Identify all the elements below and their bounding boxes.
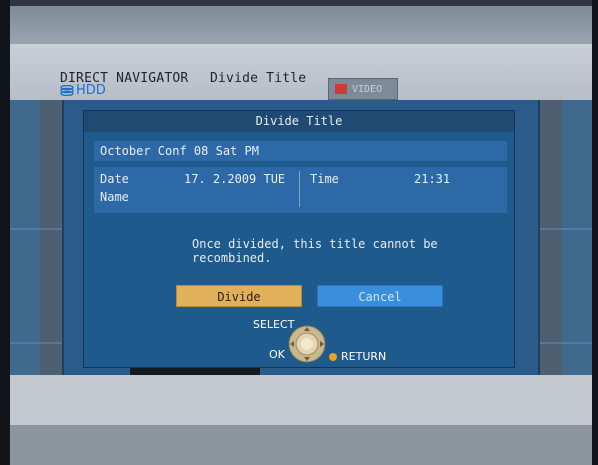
tab-video[interactable]: VIDEO bbox=[328, 78, 398, 100]
thumbnail-shadow bbox=[130, 368, 260, 375]
warning-message: Once divided, this title cannot be recom… bbox=[192, 237, 438, 265]
title-name-row: October Conf 08 Sat PM bbox=[94, 141, 507, 161]
message-line-2: recombined. bbox=[192, 251, 272, 265]
video-icon bbox=[335, 84, 347, 94]
divide-title-dialog: Divide Title October Conf 08 Sat PM Date… bbox=[83, 110, 515, 368]
drive-label: HDD bbox=[76, 83, 106, 98]
top-band bbox=[10, 0, 592, 44]
divide-button[interactable]: Divide bbox=[176, 285, 302, 307]
date-value: 17. 2.2009 TUE bbox=[184, 172, 286, 186]
left-side-panel bbox=[10, 100, 40, 375]
info-divider bbox=[299, 171, 300, 207]
date-label: Date bbox=[100, 172, 129, 186]
right-side-panel bbox=[562, 100, 592, 375]
cancel-button[interactable]: Cancel bbox=[317, 285, 443, 307]
top-edge bbox=[10, 0, 592, 6]
time-label: Time bbox=[310, 172, 339, 186]
bottom-edge bbox=[10, 425, 592, 465]
mode-title: Divide Title bbox=[210, 71, 307, 86]
dpad-icon[interactable] bbox=[287, 324, 327, 364]
hdd-icon bbox=[60, 85, 74, 96]
return-dot-icon bbox=[329, 353, 337, 361]
message-line-1: Once divided, this title cannot be bbox=[192, 237, 438, 251]
dialog-title: Divide Title bbox=[84, 111, 514, 132]
title-info-box: Date 17. 2.2009 TUE Time 21:31 Name bbox=[94, 167, 507, 213]
return-label: RETURN bbox=[341, 350, 387, 363]
drive-indicator: HDD bbox=[60, 83, 106, 98]
time-value: 21:31 bbox=[414, 172, 451, 186]
tab-video-label: VIDEO bbox=[352, 83, 383, 95]
bottom-band bbox=[10, 375, 592, 425]
ok-label: OK bbox=[269, 348, 285, 361]
name-label: Name bbox=[100, 190, 129, 204]
tv-screen: DIRECT NAVIGATOR Divide Title HDD VIDEO … bbox=[10, 0, 592, 465]
